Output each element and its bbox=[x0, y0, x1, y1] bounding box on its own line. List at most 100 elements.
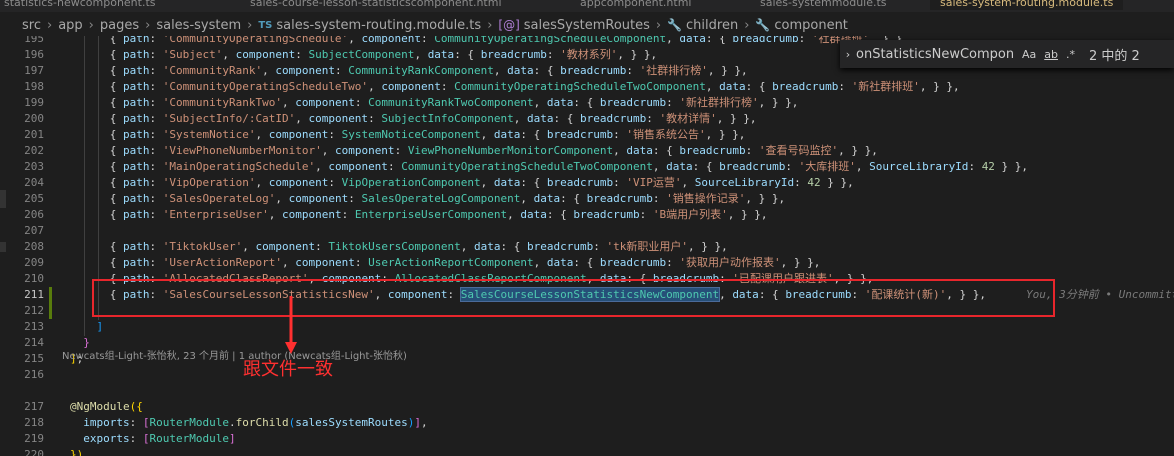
code-text: { path: 'SystemNotice', component: Syste… bbox=[70, 127, 746, 143]
code-token: , bbox=[613, 144, 627, 157]
breadcrumb: src › app › pages › sales-system › TS sa… bbox=[0, 14, 1174, 36]
line-number: 210 bbox=[24, 272, 44, 285]
line-number: 218 bbox=[24, 416, 44, 429]
code-token: , bbox=[348, 36, 362, 45]
code-token: , bbox=[493, 64, 508, 77]
breadcrumb-routes[interactable]: salesSystemRoutes bbox=[524, 18, 650, 33]
line-number: 198 bbox=[24, 80, 44, 93]
code-token: data bbox=[474, 240, 501, 253]
breadcrumb-pages[interactable]: pages bbox=[100, 18, 139, 33]
code-token: : { bbox=[520, 176, 547, 189]
line-number: 209 bbox=[24, 256, 44, 269]
breadcrumb-src[interactable]: src bbox=[22, 18, 41, 33]
route-component: CommunityOperatingScheduleTwoComponent bbox=[454, 80, 706, 93]
code-token: : bbox=[149, 176, 163, 189]
line-number: 212 bbox=[24, 304, 44, 317]
breadcrumb-sales-system[interactable]: sales-system bbox=[156, 18, 241, 33]
toggle-replace-icon[interactable]: › bbox=[840, 48, 856, 61]
code-text: { path: 'CommunityOperatingScheduleTwo',… bbox=[70, 79, 960, 95]
code-token: data bbox=[546, 256, 574, 269]
route-component: SalesOperateLogComponent bbox=[361, 192, 521, 205]
route-path: 'CommunityRankTwo' bbox=[162, 96, 282, 109]
highlight-box bbox=[92, 279, 1055, 317]
code-token: RouterModule bbox=[149, 416, 229, 429]
tab-bar: statistics-newcomponent.ts sales-course-… bbox=[0, 0, 1174, 12]
code-token: , bbox=[666, 36, 680, 45]
code-token: breadcrumb bbox=[580, 112, 647, 125]
code-token: : bbox=[149, 160, 163, 173]
line-number: 215 bbox=[24, 352, 44, 365]
code-line: 201 { path: 'SystemNotice', component: S… bbox=[8, 127, 1174, 143]
code-token: } }, bbox=[994, 160, 1029, 173]
code-text: { path: 'UserActionReport', component: U… bbox=[70, 255, 821, 271]
chevron-right-icon: › bbox=[487, 17, 493, 33]
code-line: 204 { path: 'VipOperation', component: V… bbox=[8, 175, 1174, 191]
code-text: { path: 'Subject', component: SubjectCom… bbox=[70, 47, 657, 63]
line-number: 211 bbox=[24, 288, 44, 301]
code-token: data bbox=[533, 192, 561, 205]
route-path: 'SalesOperateLog' bbox=[162, 192, 276, 205]
chevron-right-icon: › bbox=[247, 17, 253, 33]
breadcrumb-component[interactable]: component bbox=[774, 18, 848, 33]
code-token: component bbox=[295, 96, 355, 109]
route-component: EnterpriseUserComponent bbox=[354, 208, 508, 221]
code-text: { path: 'SalesOperateLog', component: Sa… bbox=[70, 191, 785, 207]
route-breadcrumb: 'VIP运营' bbox=[626, 176, 682, 189]
route-component: UserActionReportComponent bbox=[368, 256, 534, 269]
regex-toggle[interactable]: .* bbox=[1066, 48, 1075, 61]
route-path: 'CommunityOperatingSchedule' bbox=[162, 36, 349, 45]
code-editor[interactable]: 195 { path: 'CommunityOperatingSchedule'… bbox=[8, 36, 1174, 456]
code-token: : { bbox=[652, 144, 680, 157]
code-token: : bbox=[652, 192, 667, 205]
match-case-toggle[interactable]: Aa bbox=[1022, 48, 1036, 61]
tab-sales-system-routing[interactable]: sales-system-routing.module.ts bbox=[930, 0, 1124, 10]
code-line: 208 { path: 'TiktokUser', component: Tik… bbox=[8, 239, 1174, 255]
breadcrumb-app[interactable]: app bbox=[58, 18, 82, 33]
code-token: { bbox=[109, 80, 123, 93]
git-codelens[interactable]: Newcats组-Light-张怡秋, 23 个月前 | 1 author (N… bbox=[62, 347, 407, 362]
code-token: , bbox=[275, 192, 289, 205]
source-library-id: 42 bbox=[981, 160, 995, 173]
line-number: 214 bbox=[24, 336, 44, 349]
code-line: 216 bbox=[8, 367, 1174, 383]
find-input[interactable]: onStatisticsNewComponent bbox=[856, 47, 1014, 62]
tab-statistics-newcomponent[interactable]: statistics-newcomponent.ts bbox=[4, 0, 156, 10]
route-component: SubjectComponent bbox=[308, 48, 415, 61]
code-token: SourceLibraryId bbox=[869, 160, 969, 173]
code-text: { path: 'VipOperation', component: VipOp… bbox=[70, 175, 854, 191]
breadcrumb-children[interactable]: children bbox=[686, 18, 738, 33]
line-number: 200 bbox=[24, 112, 44, 125]
code-token: , bbox=[414, 48, 428, 61]
code-token: breadcrumb bbox=[772, 80, 839, 93]
line-number: 216 bbox=[24, 368, 44, 381]
code-text: exports: [RouterModule] bbox=[70, 431, 235, 447]
code-line: 203 { path: 'MainOperatingSchedule', com… bbox=[8, 159, 1174, 175]
route-component: TiktokUsersComponent bbox=[328, 240, 461, 253]
route-path: 'ViewPhoneNumberMonitor' bbox=[162, 144, 322, 157]
code-text: @NgModule({ bbox=[70, 399, 143, 415]
code-token: : bbox=[129, 432, 143, 445]
code-token: : bbox=[348, 192, 362, 205]
code-token: : bbox=[785, 160, 799, 173]
match-word-toggle[interactable]: ab bbox=[1044, 48, 1058, 61]
chevron-right-icon: › bbox=[655, 17, 662, 33]
tab-sales-system-module[interactable]: sales-systemmodule.ts bbox=[760, 0, 887, 10]
code-line: 202 { path: 'ViewPhoneNumberMonitor', co… bbox=[8, 143, 1174, 159]
code-token: SourceLibraryId bbox=[694, 176, 795, 189]
code-token: component bbox=[281, 208, 342, 221]
code-token: : { bbox=[520, 128, 547, 141]
line-number: 207 bbox=[24, 224, 44, 237]
code-token: , bbox=[533, 256, 547, 269]
breadcrumb-file[interactable]: sales-system-routing.module.ts bbox=[276, 18, 481, 33]
code-token: , } }, bbox=[727, 208, 768, 221]
tab-appcomponent[interactable]: appcomponent.html bbox=[580, 0, 692, 10]
tab-sales-course-lesson[interactable]: sales-course-lesson-statisticscomponent.… bbox=[250, 0, 502, 10]
code-token: path bbox=[123, 208, 150, 221]
code-token: breadcrumb bbox=[732, 36, 799, 45]
code-token: , bbox=[281, 96, 296, 109]
